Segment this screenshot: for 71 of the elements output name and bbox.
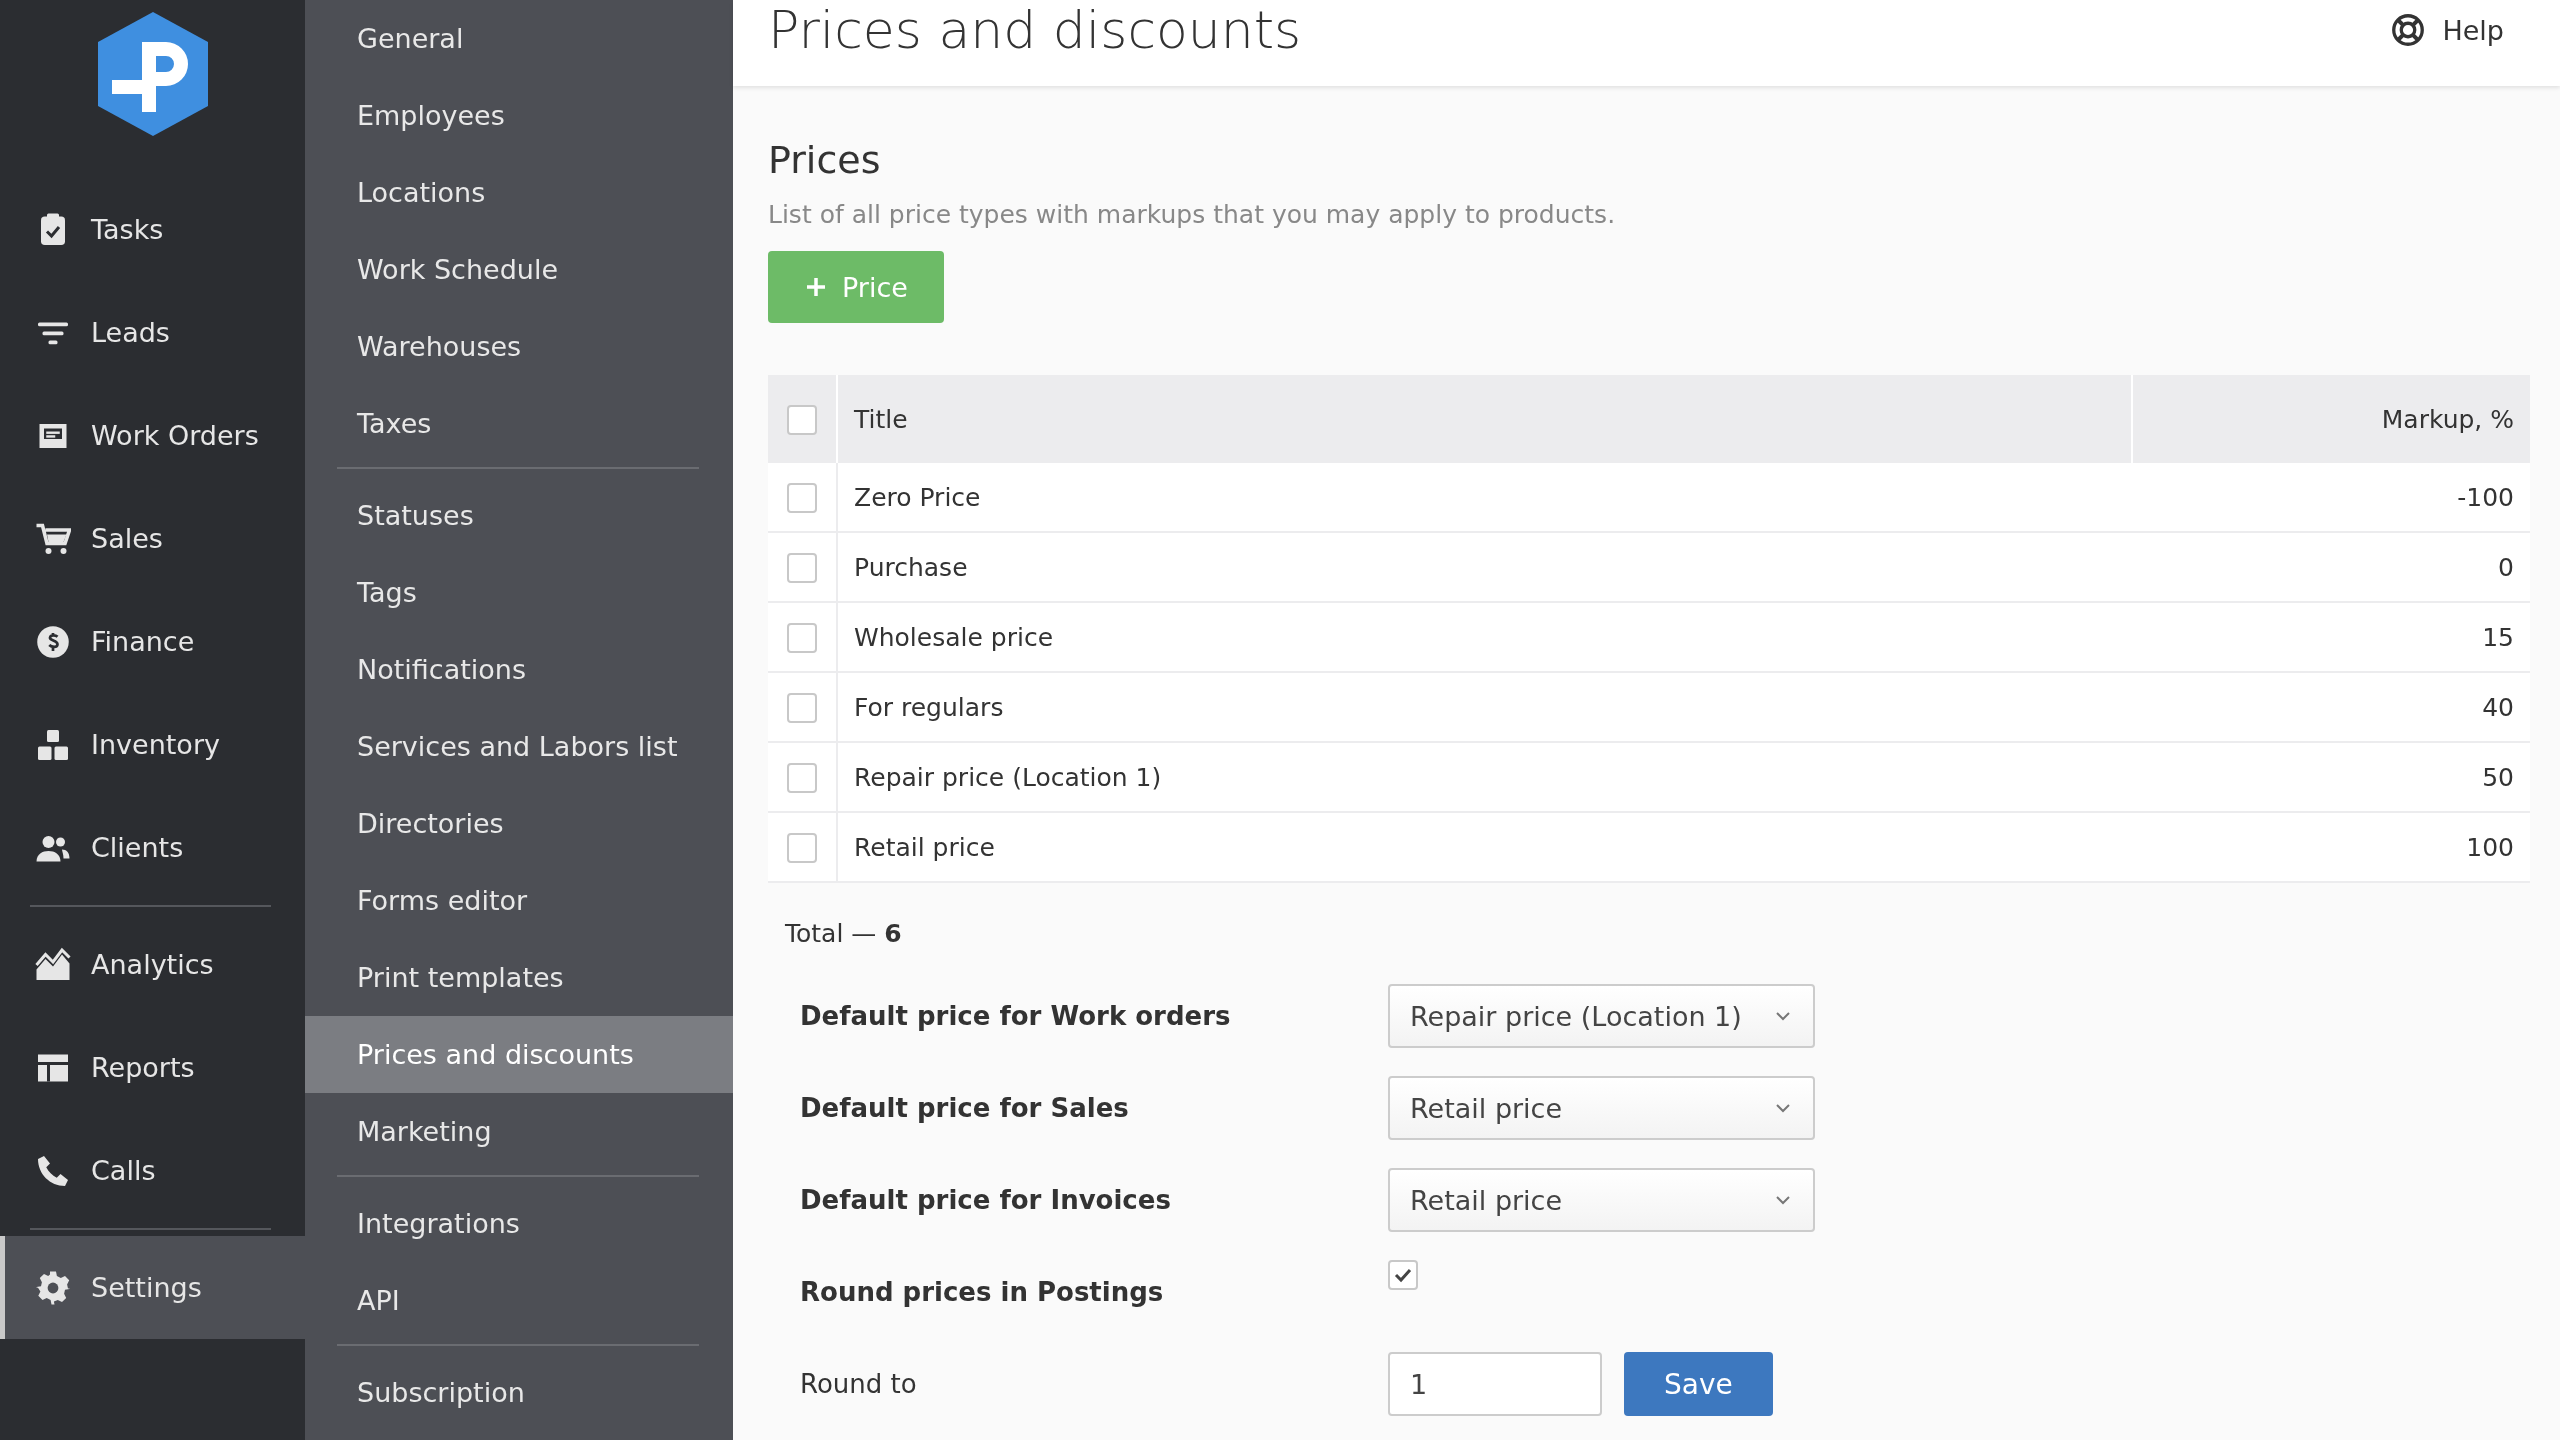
table-cell: Retail price [854,832,995,862]
table-cell: Wholesale price [854,622,1054,652]
column-header: Markup, % [2381,404,2514,434]
checkbox[interactable] [1388,1260,1418,1290]
nav-item[interactable]: Settings [0,1236,305,1339]
field-label: Default price for Sales [800,1093,1130,1123]
checkbox[interactable] [787,762,817,793]
table-cell: 40 [2482,692,2514,722]
nav-item[interactable]: Inventory [0,693,305,796]
table-cell: -100 [2457,482,2514,512]
checkbox[interactable] [787,482,817,513]
settings-icon [35,1269,71,1306]
section-description: List of all price types with markups that you may apply to products. [768,200,1617,229]
price-dropdown[interactable]: Repair price (Location 1) [1388,984,1815,1048]
menu-item[interactable]: Employees [305,77,733,154]
dollar-icon [35,623,71,660]
nav-item[interactable]: Work Orders [0,384,305,487]
checkbox[interactable] [787,552,817,583]
chart-icon [35,946,71,983]
menu-item[interactable]: Marketing [305,1093,733,1170]
field-label: Default price for Work orders [800,1001,1232,1031]
table-cell: 0 [2498,552,2514,582]
section-heading: Prices [768,138,882,182]
table-cell: Zero Price [854,482,981,512]
nav-item[interactable]: Finance [0,590,305,693]
table-cell: 15 [2482,622,2514,652]
checkbox[interactable] [787,404,817,435]
nav-item[interactable]: Reports [0,1016,305,1119]
nav-item[interactable]: Leads [0,281,305,384]
menu-item[interactable]: Notifications [305,631,733,708]
plus-icon [804,275,828,299]
table-cell: 100 [2466,832,2514,862]
field-label: Round prices in Postings [800,1277,1165,1307]
menu-item[interactable]: Subscription [305,1354,733,1431]
nav-item[interactable]: Clients [0,796,305,899]
column-header: Title [854,404,908,434]
menu-item[interactable]: API [305,1262,733,1339]
checkbox[interactable] [787,622,817,653]
field-label: Default price for Invoices [800,1185,1172,1215]
nav-item[interactable]: Analytics [0,913,305,1016]
nav-item[interactable]: Sales [0,487,305,590]
menu-item[interactable]: Warehouses [305,308,733,385]
nav-item[interactable]: Tasks [0,178,305,281]
field-label: Round to [800,1369,918,1399]
total-count: Total — 6 [785,919,903,948]
table-cell: 50 [2482,762,2514,792]
menu-item[interactable]: Work Schedule [305,231,733,308]
page-title: Prices and discounts [768,0,1302,60]
menu-item[interactable]: Statuses [305,477,733,554]
menu-item[interactable]: Taxes [305,385,733,462]
input-field[interactable]: 1 [1388,1352,1602,1416]
menu-item[interactable]: Locations [305,154,733,231]
table-cell: Repair price (Location 1) [854,762,1162,792]
menu-item[interactable]: Directories [305,785,733,862]
help-link[interactable]: Help [2384,11,2510,49]
menu-item[interactable]: Print templates [305,939,733,1016]
menu-item[interactable]: Tags [305,554,733,631]
price-dropdown[interactable]: Retail price [1388,1168,1815,1232]
menu-item[interactable]: General [305,0,733,77]
table-cell: Purchase [854,552,968,582]
lifebuoy-icon [2390,12,2427,48]
menu-item[interactable]: Integrations [305,1185,733,1262]
table-cell: For regulars [854,692,1004,722]
save-button[interactable]: Save [1624,1352,1773,1416]
checkbox[interactable] [787,692,817,723]
menu-item[interactable]: Services and Labors list [305,708,733,785]
nav-item[interactable]: Calls [0,1119,305,1222]
price-dropdown[interactable]: Retail price [1388,1076,1815,1140]
menu-item[interactable]: Prices and discounts [305,1016,733,1093]
checkbox[interactable] [787,832,817,863]
menu-item[interactable]: Forms editor [305,862,733,939]
